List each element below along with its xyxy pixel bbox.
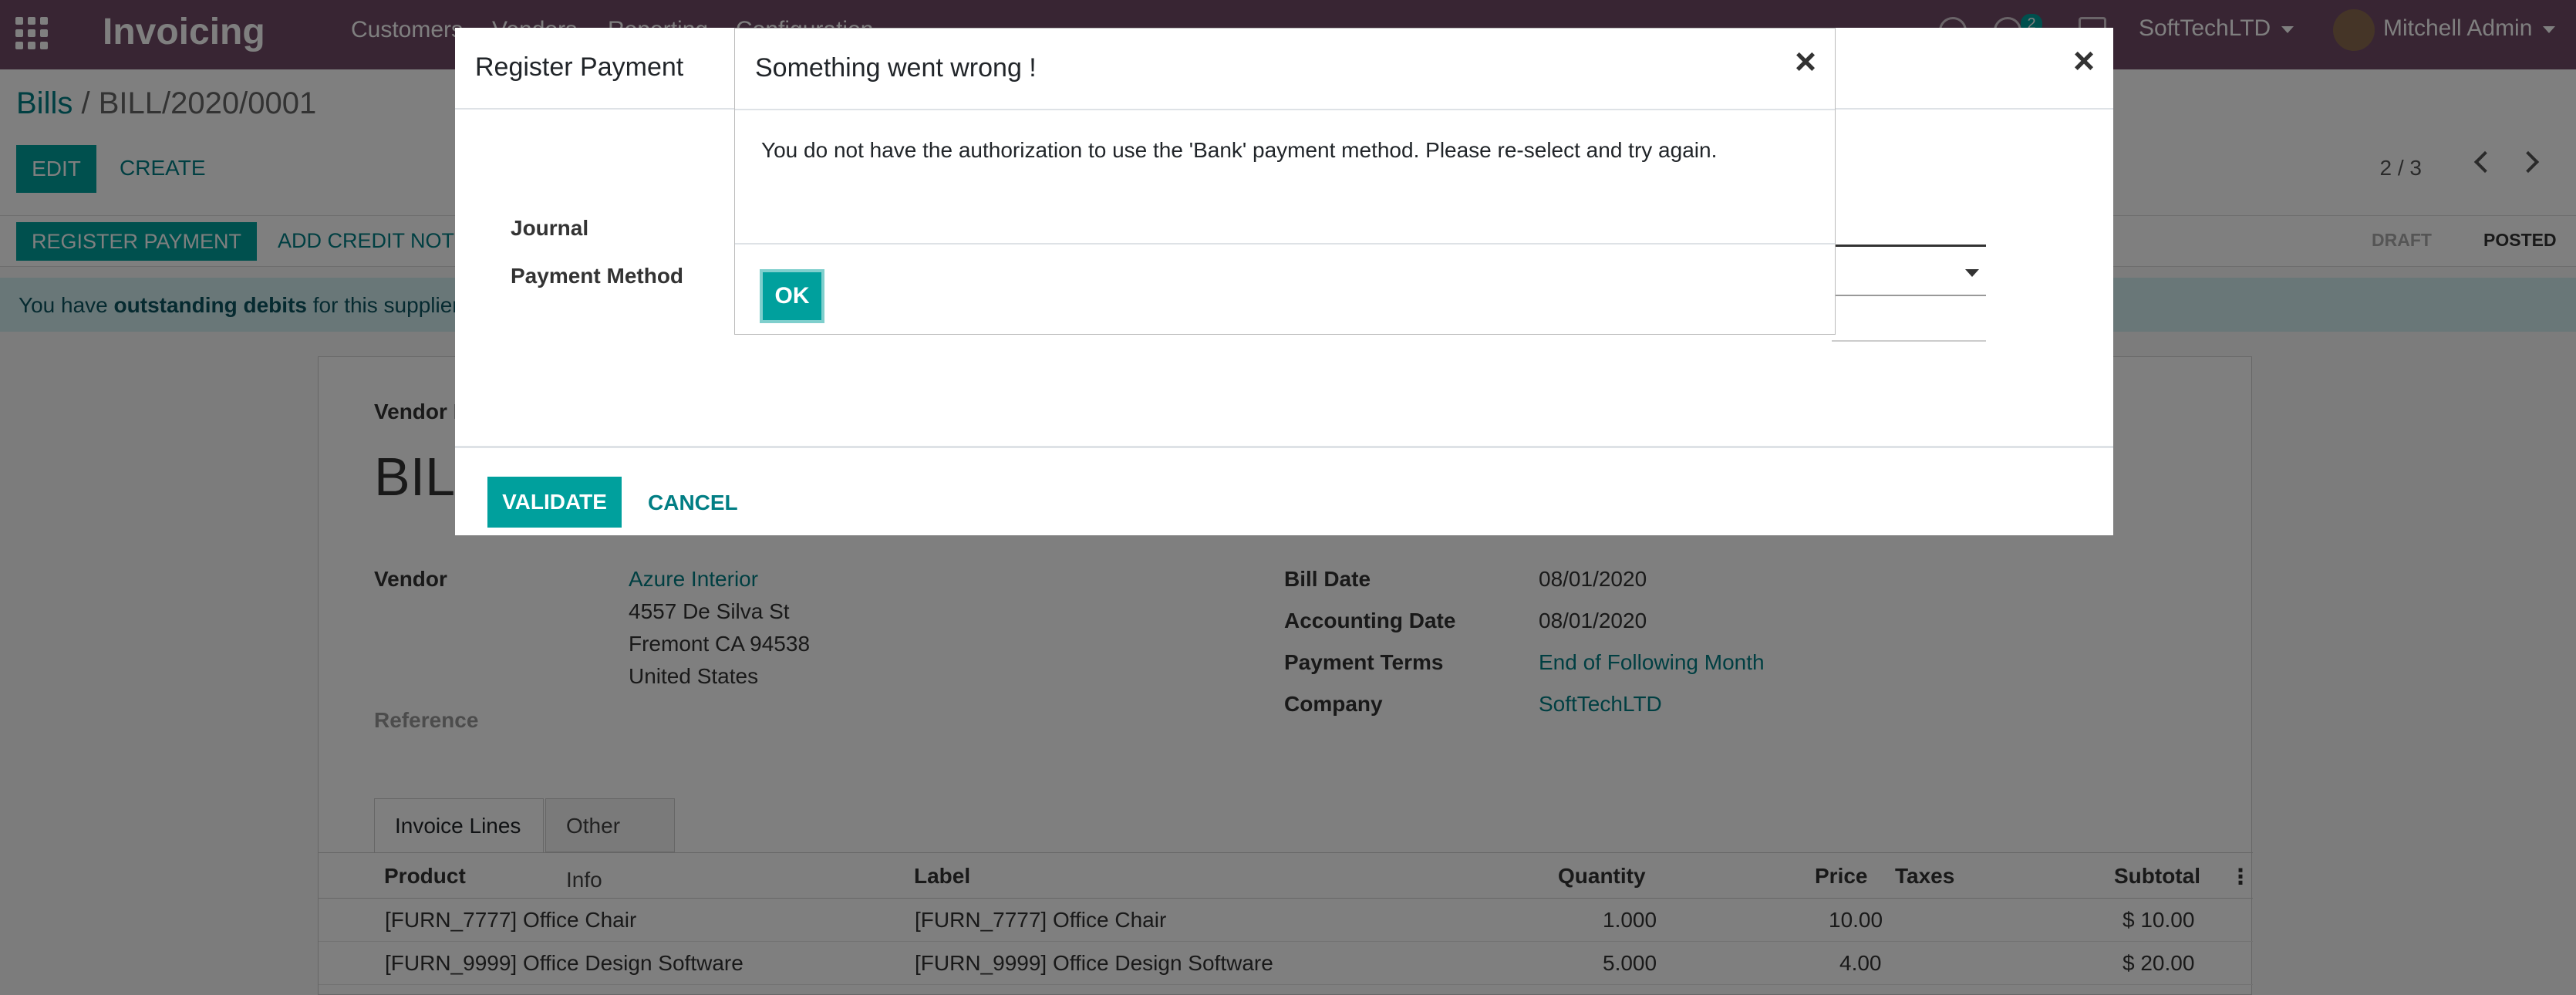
close-icon[interactable]: × xyxy=(2073,43,2095,80)
error-dialog-body: You do not have the authorization to use… xyxy=(735,110,1835,245)
payment-method-label: Payment Method xyxy=(511,264,684,288)
ok-button[interactable]: OK xyxy=(760,269,824,323)
field-underline xyxy=(1832,340,1986,342)
modal-title: Register Payment xyxy=(475,52,684,82)
validate-button[interactable]: VALIDATE xyxy=(487,477,622,528)
error-message: You do not have the authorization to use… xyxy=(761,138,1718,162)
payment-method-field-underline[interactable] xyxy=(1832,295,1986,296)
dropdown-caret-icon[interactable] xyxy=(1965,269,1979,277)
cancel-button[interactable]: CANCEL xyxy=(648,491,738,515)
modal-footer: VALIDATE CANCEL xyxy=(455,446,2113,535)
error-dialog-header: Something went wrong ! × xyxy=(735,29,1835,110)
error-dialog: Something went wrong ! × You do not have… xyxy=(734,28,1836,335)
close-icon[interactable]: × xyxy=(1795,44,1816,81)
journal-label: Journal xyxy=(511,216,589,240)
journal-field-underline[interactable] xyxy=(1832,245,1986,247)
error-title: Something went wrong ! xyxy=(755,53,1037,83)
